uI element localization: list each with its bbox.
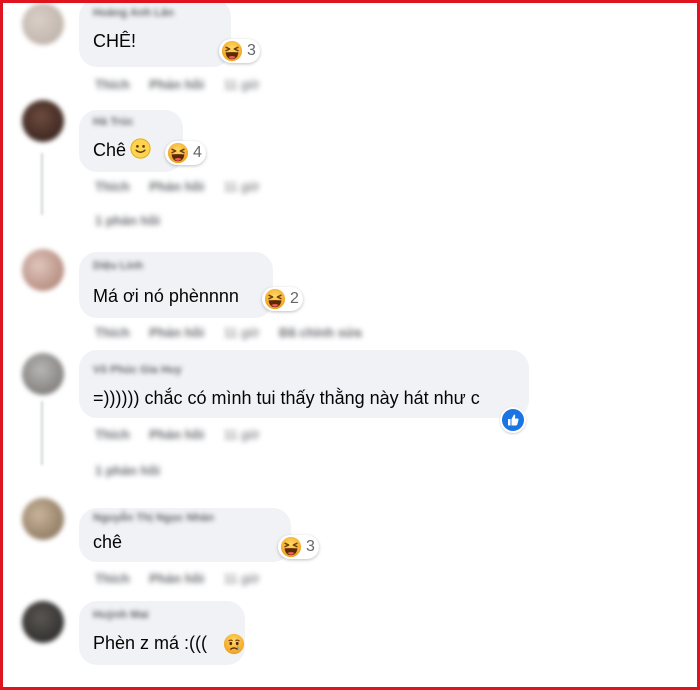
screenshot-frame: Hoàng Anh Lân CHÊ! 3 Thích Phản hồi 11 g… [0, 0, 700, 690]
avatar[interactable] [22, 100, 64, 142]
view-replies-link[interactable]: 1 phản hồi [95, 463, 160, 478]
avatar[interactable] [22, 249, 64, 291]
comment-text: =)))))) chắc có mình tui thấy thằng này … [93, 388, 480, 408]
like-action[interactable]: Thích [95, 179, 130, 194]
reply-action[interactable]: Phản hồi [149, 179, 204, 194]
reaction-count[interactable]: 3 [278, 535, 319, 559]
comment-bubble: Huỳnh Mai Phèn z má :((( [79, 601, 245, 665]
comment-author[interactable]: Võ Phúc Gia Huy [93, 364, 182, 376]
reaction-count-label: 3 [306, 538, 315, 555]
reply-action[interactable]: Phản hồi [149, 427, 204, 442]
smile-emoji-icon [130, 138, 151, 159]
comment-text: chê [93, 532, 123, 552]
reaction-count[interactable]: 4 [165, 141, 206, 165]
edited-label[interactable]: Đã chỉnh sửa [279, 325, 361, 340]
comment-author[interactable]: Hoàng Anh Lân [93, 7, 174, 19]
like-action[interactable]: Thích [95, 427, 130, 442]
comment-actions: Thích Phản hồi 11 giờ [95, 571, 276, 586]
haha-reaction-icon [221, 40, 243, 62]
reaction-count-label: 4 [193, 144, 202, 161]
timestamp[interactable]: 11 giờ [224, 179, 260, 194]
comment-actions: Thích Phản hồi 11 giờ [95, 179, 276, 194]
comment-text: CHÊ! [93, 31, 137, 51]
comment-text: Má ơi nó phènnnn [93, 286, 239, 306]
timestamp[interactable]: 11 giờ [224, 325, 260, 340]
comment-actions: Thích Phản hồi 11 giờ [95, 77, 276, 92]
comment-text: Phèn z má :((( [93, 633, 208, 653]
avatar[interactable] [22, 601, 64, 643]
like-action[interactable]: Thích [95, 325, 130, 340]
thread-connector [41, 153, 43, 215]
reaction-count-label: 3 [247, 42, 256, 59]
like-action[interactable]: Thích [95, 77, 130, 92]
comment-author[interactable]: Huỳnh Mai [93, 609, 149, 621]
comment-actions: Thích Phản hồi 11 giờ [95, 427, 276, 442]
reaction-count-label: 2 [290, 290, 299, 307]
view-replies-link[interactable]: 1 phản hồi [95, 213, 160, 228]
avatar[interactable] [22, 3, 64, 45]
sad-reaction-icon [223, 633, 245, 655]
comment-author[interactable]: Nguyễn Thị Ngọc Nhàn [93, 512, 214, 524]
comment-author[interactable]: Hà Trúc [93, 116, 133, 128]
haha-reaction-icon [280, 536, 302, 558]
timestamp[interactable]: 11 giờ [224, 571, 260, 586]
like-action[interactable]: Thích [95, 571, 130, 586]
reply-action[interactable]: Phản hồi [149, 571, 204, 586]
comment-text-content: Chê [93, 140, 127, 160]
comment-author[interactable]: Diệu Linh [93, 260, 143, 272]
thread-connector [41, 401, 43, 465]
haha-reaction-icon [264, 288, 286, 310]
comment-bubble: Diệu Linh Má ơi nó phènnnn [79, 252, 273, 318]
reaction-count[interactable]: 2 [262, 287, 303, 311]
haha-reaction-icon [167, 142, 189, 164]
avatar[interactable] [22, 353, 64, 395]
reply-action[interactable]: Phản hồi [149, 77, 204, 92]
timestamp[interactable]: 11 giờ [224, 427, 260, 442]
comment-text: Chê [93, 138, 151, 161]
like-reaction-icon[interactable] [500, 407, 526, 433]
comment-bubble: Hoàng Anh Lân CHÊ! [79, 3, 231, 67]
comment-actions: Thích Phản hồi 11 giờ Đã chỉnh sửa [95, 325, 378, 340]
reply-action[interactable]: Phản hồi [149, 325, 204, 340]
reaction-count[interactable]: 3 [219, 39, 260, 63]
avatar[interactable] [22, 498, 64, 540]
timestamp[interactable]: 11 giờ [224, 77, 260, 92]
comment-bubble: Võ Phúc Gia Huy =)))))) chắc có mình tui… [79, 350, 529, 418]
comment-bubble: Nguyễn Thị Ngọc Nhàn chê [79, 508, 291, 562]
